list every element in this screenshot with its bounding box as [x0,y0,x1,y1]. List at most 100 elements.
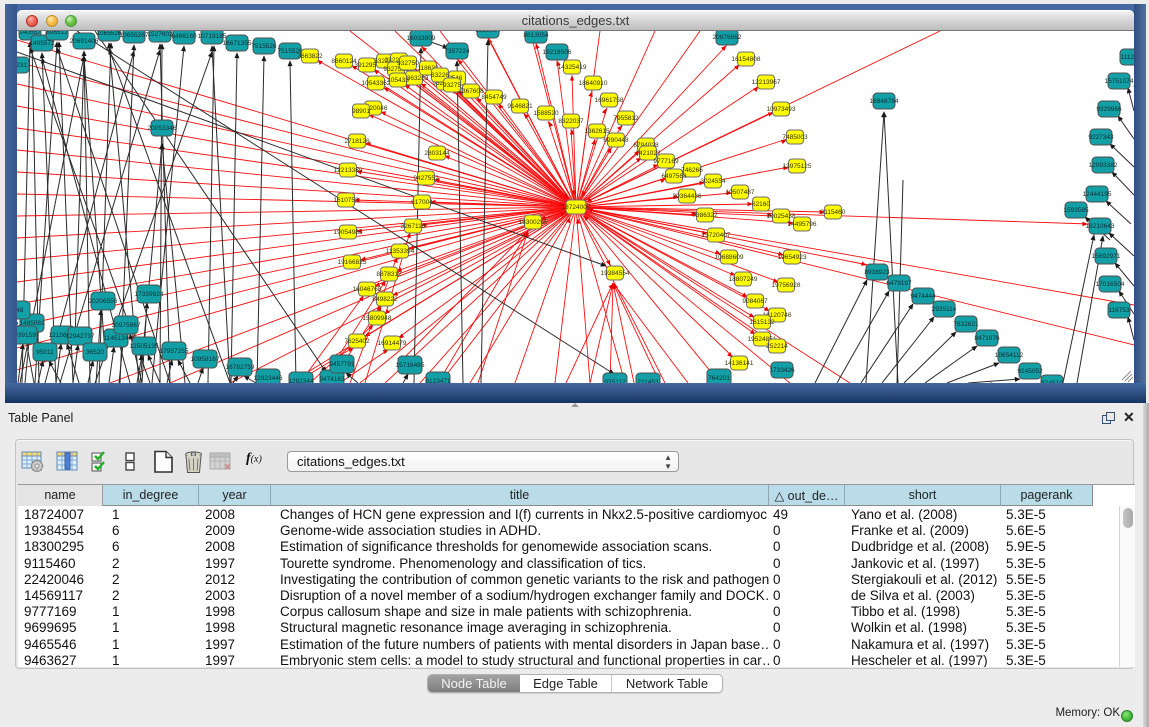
svg-text:9427552: 9427552 [413,175,439,182]
svg-text:6990448: 6990448 [603,137,629,144]
svg-text:1588520: 1588520 [533,110,559,117]
svg-text:16671355: 16671355 [223,40,252,47]
svg-text:9329966: 9329966 [1096,106,1122,113]
svg-text:20876862: 20876862 [713,34,742,41]
svg-text:9146821: 9146821 [507,103,533,110]
svg-text:824510: 824510 [1041,380,1063,383]
svg-text:10655267: 10655267 [120,32,149,39]
svg-text:98901: 98901 [352,108,370,115]
svg-text:1145134: 1145134 [104,335,129,342]
svg-text:12093382: 12093382 [1089,162,1118,169]
svg-text:935112: 935112 [604,379,626,383]
svg-text:2718126: 2718126 [344,138,370,145]
svg-text:1610753: 1610753 [333,197,359,204]
svg-text:7485003: 7485003 [782,134,808,141]
svg-text:9474444: 9474444 [910,293,936,300]
svg-text:16033809: 16033809 [407,35,436,42]
svg-text:16154808: 16154808 [732,56,761,63]
svg-text:10654112: 10654112 [995,352,1024,359]
svg-text:1593585: 1593585 [1063,207,1089,214]
svg-text:932750: 932750 [397,60,419,67]
svg-text:10973493: 10973493 [767,106,796,113]
svg-text:36520: 36520 [86,349,104,356]
svg-text:15692971: 15692971 [1092,253,1121,260]
svg-text:12942737: 12942737 [66,333,95,340]
svg-text:2367608: 2367608 [458,88,484,95]
svg-text:19756928: 19756928 [772,282,801,289]
svg-text:9245052: 9245052 [1017,368,1043,375]
svg-text:19166825: 19166825 [338,259,367,266]
svg-text:9227343: 9227343 [1088,134,1114,141]
svg-text:15716485: 15716485 [396,362,425,369]
svg-text:93275: 93275 [443,82,461,89]
svg-text:19218506: 19218506 [543,49,572,56]
svg-text:1292344: 1292344 [288,378,314,383]
svg-text:6466160: 6466160 [171,33,197,40]
svg-text:17016504: 17016504 [1096,281,1125,288]
svg-text:18807249: 18807249 [729,276,758,283]
svg-text:9777169: 9777169 [653,158,679,165]
svg-text:7357224: 7357224 [444,48,470,55]
svg-text:19054985: 19054985 [334,229,363,236]
svg-text:105433: 105433 [387,77,409,84]
svg-text:6497568: 6497568 [661,173,687,180]
svg-text:10688609: 10688609 [715,254,744,261]
svg-text:9474163: 9474163 [319,376,345,383]
svg-text:13975125: 13975125 [783,163,812,170]
svg-text:11353394: 11353394 [386,248,415,255]
svg-text:2803144: 2803144 [424,150,450,157]
svg-text:12505135: 12505135 [130,343,159,350]
svg-text:764201: 764201 [708,375,730,382]
svg-text:15751074: 15751074 [1105,78,1134,85]
svg-text:148: 148 [17,307,24,314]
svg-text:20691406: 20691406 [70,38,99,45]
svg-text:8878312: 8878312 [376,271,402,278]
svg-text:19654923: 19654923 [778,254,807,261]
svg-text:62160: 62160 [752,201,770,208]
svg-text:20206556: 20206556 [89,298,118,305]
svg-text:19384554: 19384554 [601,270,630,277]
svg-text:1527602: 1527602 [147,31,173,38]
svg-text:18640910: 18640910 [579,80,608,87]
svg-text:17957255: 17957255 [160,348,189,355]
svg-text:16914479: 16914479 [378,340,407,347]
svg-text:20364436: 20364436 [673,193,702,200]
svg-text:10025438: 10025438 [767,213,796,220]
svg-text:7955812: 7955812 [613,115,639,122]
svg-text:20053346: 20053346 [148,125,177,132]
svg-text:7632621: 7632621 [953,321,979,328]
svg-text:1065526: 1065526 [96,31,122,37]
svg-text:8498222: 8498222 [372,296,398,303]
svg-text:9084067: 9084067 [742,298,768,305]
svg-text:8813054: 8813054 [523,32,549,39]
svg-text:211453: 211453 [637,379,659,383]
svg-text:1733426: 1733426 [769,367,795,374]
svg-text:8454749: 8454749 [481,94,507,101]
svg-text:16848784: 16848784 [870,98,899,105]
svg-text:12213967: 12213967 [752,79,781,86]
svg-text:1362615: 1362615 [584,128,610,135]
svg-text:30975867: 30975867 [112,322,141,329]
svg-text:14136141: 14136141 [725,360,754,367]
svg-text:16782759: 16782759 [226,364,255,371]
svg-text:14325419: 14325419 [558,64,587,71]
svg-text:7625402: 7625402 [344,338,370,345]
svg-text:12444195: 12444195 [1083,191,1112,198]
svg-text:9115460: 9115460 [821,209,846,216]
svg-text:9457791: 9457791 [329,361,355,368]
svg-text:252214: 252214 [766,343,788,350]
svg-text:6479197: 6479197 [886,280,912,287]
svg-text:8123471: 8123471 [425,378,451,383]
svg-text:2935114: 2935114 [932,306,957,313]
svg-text:12213389: 12213389 [334,167,363,174]
svg-text:111245: 111245 [1121,54,1134,61]
svg-text:16961758: 16961758 [595,97,624,104]
svg-text:1615132: 1615132 [749,319,775,326]
svg-text:10719185: 10719185 [198,33,227,40]
svg-text:12923446: 12923446 [254,375,283,382]
svg-text:8938923: 8938923 [864,269,890,276]
svg-text:896512: 896512 [46,31,68,36]
svg-text:7515526: 7515526 [251,43,277,50]
svg-text:18300295: 18300295 [519,219,548,226]
svg-text:10958167: 10958167 [191,356,220,363]
